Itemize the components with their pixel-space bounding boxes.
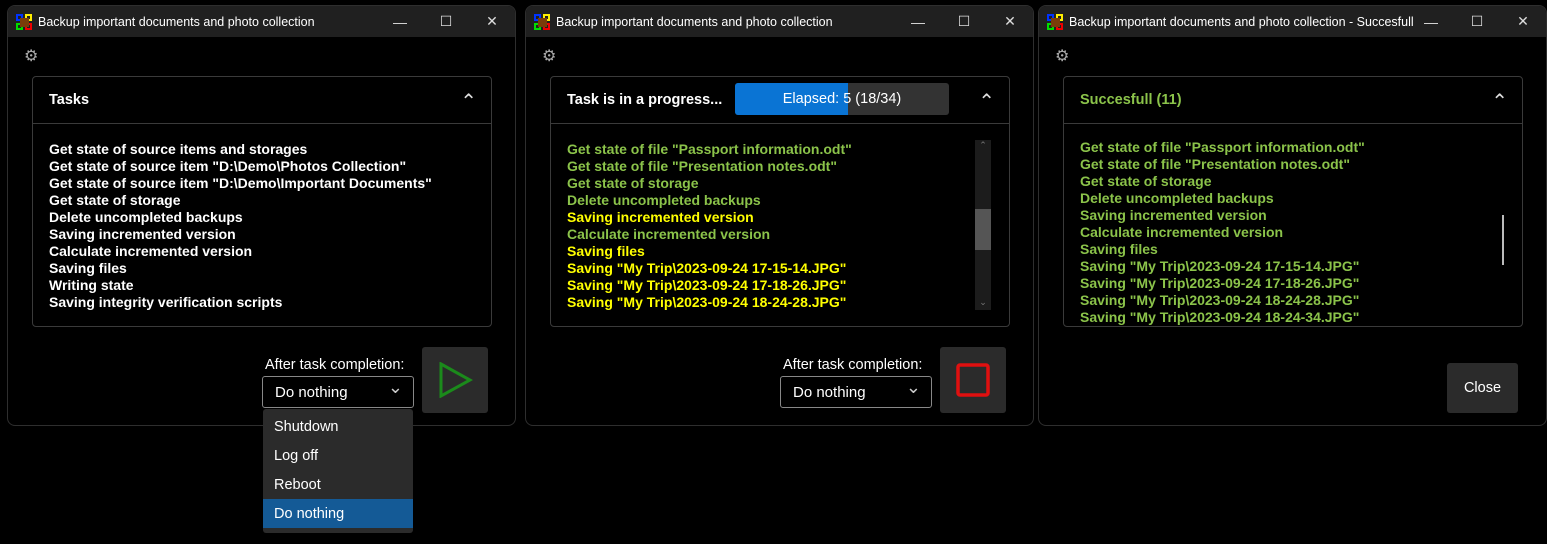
- close-icon[interactable]: ✕: [469, 6, 515, 37]
- task-list: Get state of file "Passport information.…: [567, 141, 979, 311]
- task-item: Delete uncompleted backups: [49, 209, 243, 225]
- tasks-panel: Task is in a progress... Elapsed: 5 (18/3…: [550, 76, 1010, 327]
- scrollbar[interactable]: ⌃ ⌄: [975, 140, 991, 310]
- task-item: Saving integrity verification scripts: [49, 294, 283, 310]
- task-item: Saving "My Trip\2023-09-24 17-18-26.JPG": [567, 277, 847, 293]
- window-controls: — ☐ ✕: [895, 6, 1033, 37]
- progress-text: Elapsed: 5 (18/34): [782, 91, 902, 107]
- task-item: Saving files: [49, 260, 127, 276]
- task-item: Saving "My Trip\2023-09-24 18-24-28.JPG": [567, 294, 847, 310]
- select-value: Do nothing: [275, 383, 348, 401]
- window-title: Backup important documents and photo col…: [556, 14, 833, 29]
- close-button[interactable]: Close: [1447, 363, 1518, 413]
- title-bar[interactable]: Backup important documents and photo col…: [8, 6, 515, 37]
- after-completion-select[interactable]: Do nothing ⌄: [780, 376, 932, 408]
- panel-header[interactable]: Succesfull (11) ⌃: [1064, 77, 1522, 124]
- dropdown-option[interactable]: Shutdown: [263, 412, 413, 441]
- task-item: Get state of source items and storages: [49, 141, 308, 157]
- task-item: Get state of file "Presentation notes.od…: [1080, 156, 1350, 172]
- dropdown-option[interactable]: Reboot: [263, 470, 413, 499]
- minimize-icon[interactable]: —: [1408, 6, 1454, 37]
- minimize-icon[interactable]: —: [895, 6, 941, 37]
- maximize-icon[interactable]: ☐: [1454, 6, 1500, 37]
- dropdown-option[interactable]: Log off: [263, 441, 413, 470]
- chevron-up-icon[interactable]: ⌃: [460, 89, 477, 114]
- task-item: Saving "My Trip\2023-09-24 17-15-14.JPG": [567, 260, 847, 276]
- task-item: Get state of source item "D:\Demo\Photos…: [49, 158, 407, 174]
- task-item: Saving "My Trip\2023-09-24 17-18-26.JPG": [1080, 275, 1360, 291]
- task-item: Calculate incremented version: [567, 226, 771, 242]
- play-icon: [439, 362, 473, 398]
- gear-icon[interactable]: ⚙: [24, 46, 38, 66]
- task-item: Calculate incremented version: [1080, 224, 1284, 240]
- app-logo-icon: [534, 13, 550, 30]
- panel-title: Succesfull (11): [1080, 92, 1182, 108]
- close-icon[interactable]: ✕: [987, 6, 1033, 37]
- gear-icon[interactable]: ⚙: [1055, 46, 1069, 66]
- maximize-icon[interactable]: ☐: [941, 6, 987, 37]
- tasks-panel: Tasks ⌃ Get state of source items and stor…: [32, 76, 492, 327]
- app-window: Backup important documents and photo col…: [7, 5, 516, 426]
- task-item: Get state of storage: [567, 175, 699, 191]
- minimize-icon[interactable]: —: [377, 6, 423, 37]
- chevron-down-icon: ⌄: [905, 377, 921, 397]
- task-item: Delete uncompleted backups: [1080, 190, 1274, 206]
- maximize-icon[interactable]: ☐: [423, 6, 469, 37]
- app-logo-icon: [16, 13, 32, 30]
- task-item: Get state of storage: [1080, 173, 1212, 189]
- task-item: Get state of file "Presentation notes.od…: [567, 158, 837, 174]
- app-window: Backup important documents and photo col…: [1038, 5, 1547, 426]
- stop-button[interactable]: [940, 347, 1006, 413]
- after-completion-dropdown: Shutdown Log off Reboot Do nothing: [263, 409, 413, 533]
- gear-icon[interactable]: ⚙: [542, 46, 556, 66]
- elapsed-progress-bar: Elapsed: 5 (18/34): [735, 83, 949, 115]
- task-item: Saving "My Trip\2023-09-24 18-24-34.JPG": [1080, 309, 1360, 325]
- title-bar[interactable]: Backup important documents and photo col…: [526, 6, 1033, 37]
- task-item: Get state of source item "D:\Demo\Import…: [49, 175, 432, 191]
- close-icon[interactable]: ✕: [1500, 6, 1546, 37]
- scroll-down-icon[interactable]: ⌄: [975, 297, 991, 308]
- panel-header[interactable]: Tasks ⌃: [33, 77, 491, 124]
- chevron-up-icon[interactable]: ⌃: [978, 89, 995, 114]
- after-completion-label: After task completion:: [783, 357, 923, 373]
- scrollbar-thumb[interactable]: [975, 209, 991, 250]
- window-title: Backup important documents and photo col…: [38, 14, 315, 29]
- task-item: Saving incremented version: [1080, 207, 1267, 223]
- task-item: Saving "My Trip\2023-09-24 18-24-28.JPG": [1080, 292, 1360, 308]
- task-item: Get state of file "Passport information.…: [567, 141, 852, 157]
- task-item: Saving incremented version: [49, 226, 236, 242]
- after-completion-label: After task completion:: [265, 357, 405, 373]
- window-title: Backup important documents and photo col…: [1069, 14, 1414, 29]
- stop-icon: [956, 363, 990, 397]
- panel-title: Tasks: [49, 92, 90, 108]
- tasks-panel: Succesfull (11) ⌃ Get state of file "Passp…: [1063, 76, 1523, 327]
- scrollbar-thumb[interactable]: [1502, 215, 1504, 265]
- task-list: Get state of source items and storages Ge…: [49, 141, 461, 311]
- task-item: Calculate incremented version: [49, 243, 253, 259]
- panel-title: Task is in a progress...: [567, 92, 723, 108]
- task-item: Saving incremented version: [567, 209, 754, 225]
- task-item: Writing state: [49, 277, 134, 293]
- scroll-up-icon[interactable]: ⌃: [975, 140, 991, 151]
- chevron-down-icon: ⌄: [387, 377, 403, 397]
- window-controls: — ☐ ✕: [377, 6, 515, 37]
- task-item: Get state of file "Passport information.…: [1080, 139, 1365, 155]
- panel-header[interactable]: Task is in a progress... Elapsed: 5 (18/3…: [551, 77, 1009, 124]
- task-item: Get state of storage: [49, 192, 181, 208]
- window-controls: — ☐ ✕: [1408, 6, 1546, 37]
- title-bar[interactable]: Backup important documents and photo col…: [1039, 6, 1546, 37]
- task-list: Get state of file "Passport information.…: [1080, 139, 1492, 326]
- task-item: Saving files: [1080, 241, 1158, 257]
- task-item: Saving files: [567, 243, 645, 259]
- app-logo-icon: [1047, 13, 1063, 30]
- chevron-up-icon[interactable]: ⌃: [1491, 89, 1508, 114]
- task-item: Delete uncompleted backups: [567, 192, 761, 208]
- after-completion-select[interactable]: Do nothing ⌄: [262, 376, 414, 408]
- start-button[interactable]: [422, 347, 488, 413]
- dropdown-option[interactable]: Do nothing: [263, 499, 413, 528]
- app-window: Backup important documents and photo col…: [525, 5, 1034, 426]
- select-value: Do nothing: [793, 383, 866, 401]
- task-item: Saving "My Trip\2023-09-24 17-15-14.JPG": [1080, 258, 1360, 274]
